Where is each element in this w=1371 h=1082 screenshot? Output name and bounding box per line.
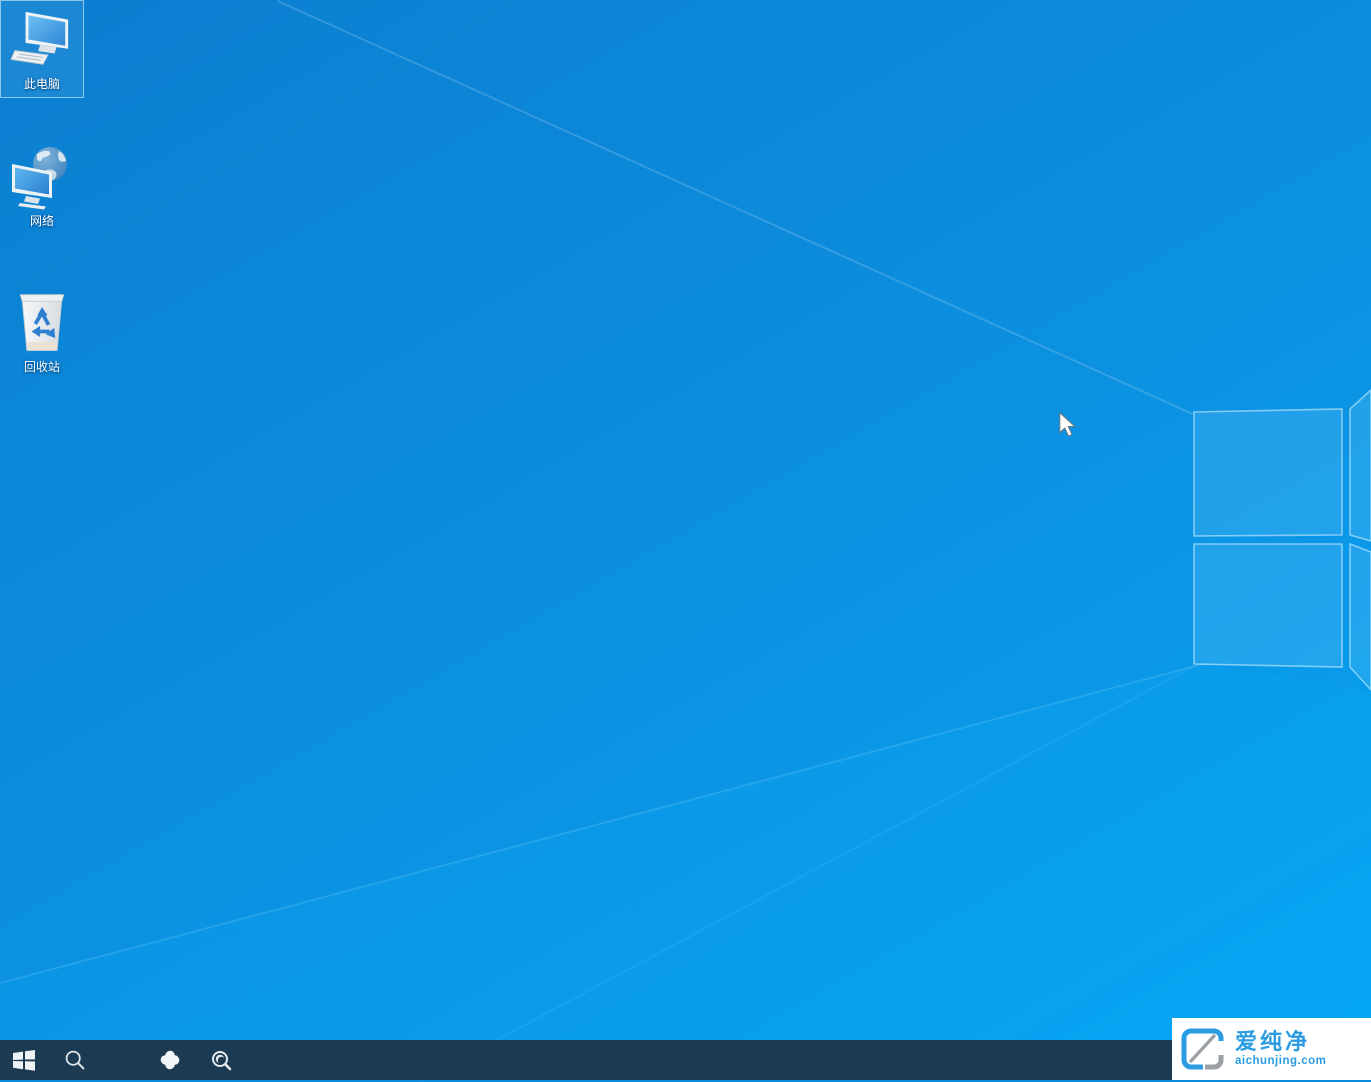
aichunjing-logo bbox=[1181, 1026, 1227, 1072]
windows-start-icon bbox=[12, 1049, 36, 1071]
light-ray bbox=[277, 0, 1193, 415]
wallpaper-floor bbox=[0, 0, 1371, 1080]
start-button[interactable] bbox=[0, 1040, 48, 1080]
icon-label: 回收站 bbox=[24, 360, 60, 374]
search-icon bbox=[64, 1049, 86, 1071]
recycle-bin-empty-icon bbox=[9, 290, 75, 356]
desktop-background[interactable] bbox=[0, 0, 1371, 1080]
this-pc-icon bbox=[9, 7, 75, 73]
aichunjing-watermark: 爱纯净 aichunjing.com bbox=[1172, 1018, 1371, 1080]
windows-logo-watermark bbox=[1193, 385, 1371, 697]
watermark-domain: aichunjing.com bbox=[1235, 1056, 1326, 1068]
taskbar bbox=[0, 1040, 1371, 1080]
icon-label: 网络 bbox=[30, 214, 54, 228]
pinwheel-icon bbox=[158, 1048, 182, 1072]
beam-ray bbox=[420, 665, 1195, 1082]
network-icon bbox=[9, 144, 75, 210]
pinwheel-app-button[interactable] bbox=[146, 1040, 194, 1080]
magnifier-clock-icon bbox=[210, 1049, 233, 1072]
icon-label: 此电脑 bbox=[24, 77, 60, 91]
floor-edge-ray bbox=[0, 663, 1204, 984]
watermark-title: 爱纯净 bbox=[1235, 1031, 1326, 1053]
desktop-icon-this-pc[interactable]: 此电脑 bbox=[0, 0, 84, 98]
search-button[interactable] bbox=[52, 1040, 98, 1080]
magnifier-app-button[interactable] bbox=[197, 1040, 245, 1080]
desktop-icon-network[interactable]: 网络 bbox=[0, 138, 84, 236]
desktop-icon-recycle-bin[interactable]: 回收站 bbox=[0, 284, 84, 382]
